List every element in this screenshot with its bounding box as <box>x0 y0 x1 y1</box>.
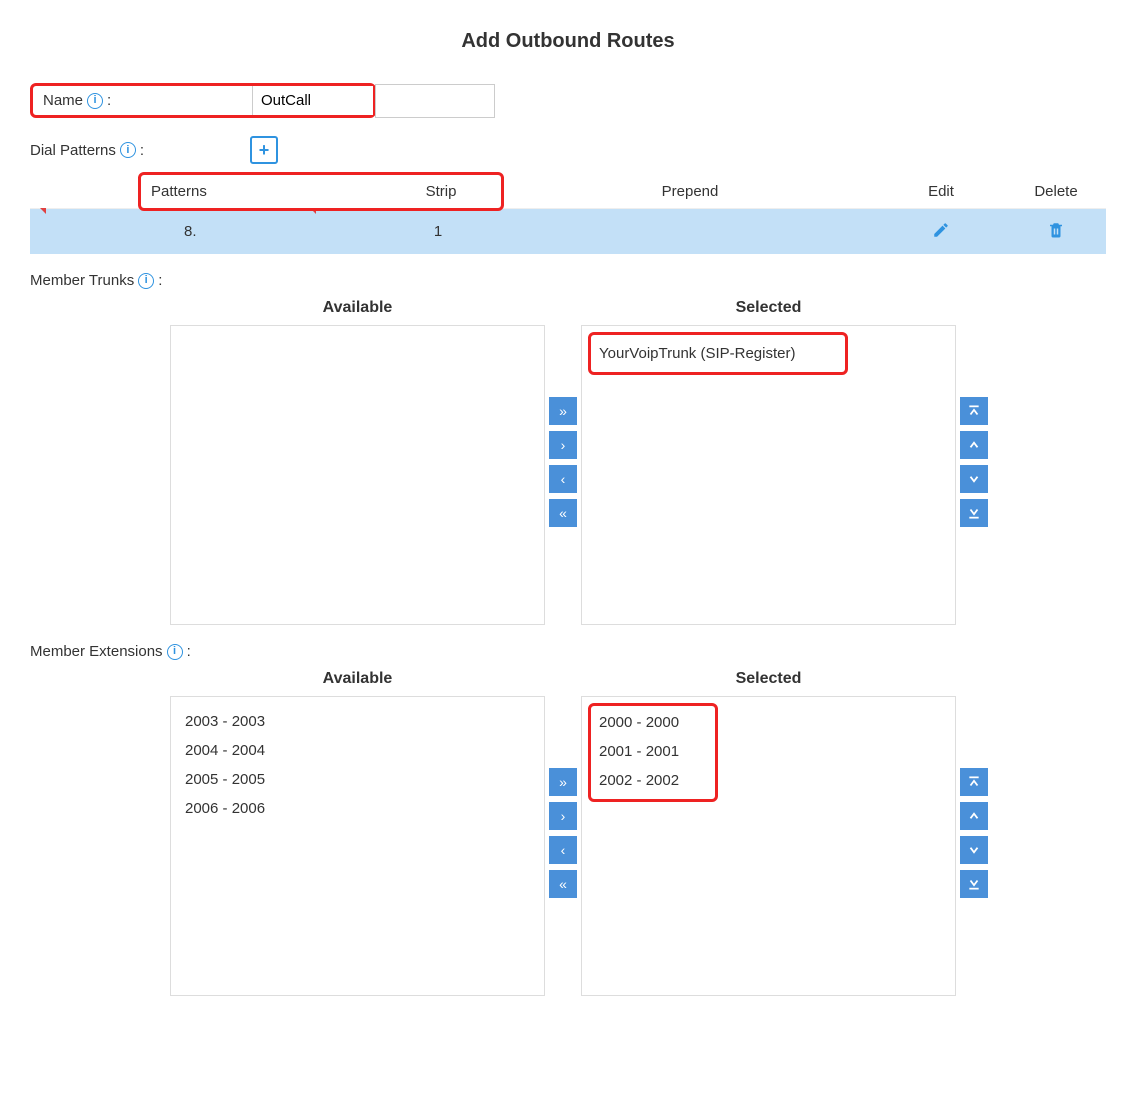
dial-patterns-label: Dial Patterns <box>30 142 116 159</box>
chevron-down-icon <box>967 472 981 486</box>
bar-chevron-down-icon <box>967 877 981 891</box>
col-header-patterns: Patterns <box>141 183 381 200</box>
chevron-up-icon <box>967 809 981 823</box>
dial-patterns-label-wrap: Dial Patterns i : <box>30 142 250 159</box>
move-up-button[interactable] <box>960 802 988 830</box>
col-header-edit: Edit <box>876 183 1006 200</box>
plus-icon: + <box>259 141 270 159</box>
name-input[interactable] <box>253 86 373 115</box>
dirty-marker-icon <box>40 208 46 214</box>
list-item[interactable]: 2006 - 2006 <box>183 794 532 823</box>
trunks-selected-title: Selected <box>736 299 802 317</box>
move-right-button[interactable]: › <box>549 802 577 830</box>
chevron-left-icon: ‹ <box>561 471 566 487</box>
pattern-row[interactable]: 8. 1 <box>30 208 1106 254</box>
list-item[interactable]: 2003 - 2003 <box>183 707 532 736</box>
name-label: Name <box>43 92 83 109</box>
chevron-right-icon: › <box>561 808 566 824</box>
colon: : <box>187 643 191 660</box>
chevron-up-icon <box>967 438 981 452</box>
name-input-extra[interactable] <box>375 84 495 118</box>
trunks-available-listbox[interactable] <box>170 325 545 625</box>
move-all-left-button[interactable]: « <box>549 499 577 527</box>
colon: : <box>140 142 144 159</box>
cell-strip: 1 <box>378 223 498 240</box>
ext-selected-title: Selected <box>736 670 802 688</box>
name-field-highlight: Name i : <box>30 83 376 118</box>
chevron-right-icon: › <box>561 437 566 453</box>
ext-available-title: Available <box>323 670 393 688</box>
bar-chevron-down-icon <box>967 506 981 520</box>
move-down-button[interactable] <box>960 836 988 864</box>
pencil-icon <box>932 221 950 239</box>
member-extensions-label-wrap: Member Extensions i : <box>30 643 1106 660</box>
ext-selected-listbox[interactable]: 2000 - 20002001 - 20012002 - 2002 <box>581 696 956 996</box>
trunks-available-title: Available <box>323 299 393 317</box>
move-all-right-button[interactable]: » <box>549 768 577 796</box>
list-item[interactable]: 2004 - 2004 <box>183 736 532 765</box>
delete-button[interactable] <box>1047 221 1065 239</box>
move-top-button[interactable] <box>960 768 988 796</box>
list-item[interactable]: 2000 - 2000 <box>597 708 709 737</box>
double-chevron-right-icon: » <box>559 774 567 790</box>
move-all-left-button[interactable]: « <box>549 870 577 898</box>
col-header-delete: Delete <box>1006 183 1106 200</box>
list-item[interactable]: 2005 - 2005 <box>183 765 532 794</box>
trunks-dual-list: Available » › ‹ « Selected YourVoipTrunk… <box>30 299 1106 625</box>
col-header-strip: Strip <box>381 183 501 200</box>
ext-order-buttons <box>960 768 988 898</box>
list-item[interactable]: 2001 - 2001 <box>597 737 709 766</box>
name-label-wrap: Name i : <box>33 86 253 115</box>
edit-button[interactable] <box>932 221 950 239</box>
ext-move-buttons: » › ‹ « <box>549 768 577 898</box>
move-left-button[interactable]: ‹ <box>549 836 577 864</box>
info-icon[interactable]: i <box>87 93 103 109</box>
trunks-move-buttons: » › ‹ « <box>549 397 577 527</box>
move-right-button[interactable]: › <box>549 431 577 459</box>
patterns-header-row: Patterns Strip Prepend Edit Delete <box>30 172 1106 211</box>
bar-chevron-up-icon <box>967 775 981 789</box>
move-bottom-button[interactable] <box>960 499 988 527</box>
col-header-prepend: Prepend <box>504 183 876 200</box>
list-item[interactable]: 2002 - 2002 <box>597 766 709 795</box>
cell-pattern: 8. <box>138 223 378 240</box>
bar-chevron-up-icon <box>967 404 981 418</box>
move-up-button[interactable] <box>960 431 988 459</box>
colon: : <box>158 272 162 289</box>
move-down-button[interactable] <box>960 465 988 493</box>
add-pattern-button[interactable]: + <box>250 136 278 164</box>
double-chevron-left-icon: « <box>559 876 567 892</box>
move-top-button[interactable] <box>960 397 988 425</box>
colon: : <box>107 92 111 109</box>
extensions-dual-list: Available 2003 - 20032004 - 20042005 - 2… <box>30 670 1106 996</box>
move-left-button[interactable]: ‹ <box>549 465 577 493</box>
info-icon[interactable]: i <box>120 142 136 158</box>
trunks-order-buttons <box>960 397 988 527</box>
move-bottom-button[interactable] <box>960 870 988 898</box>
info-icon[interactable]: i <box>167 644 183 660</box>
patterns-table: Patterns Strip Prepend Edit Delete 8. 1 <box>30 172 1106 254</box>
member-trunks-label: Member Trunks <box>30 272 134 289</box>
list-item[interactable]: YourVoipTrunk (SIP-Register) <box>597 339 839 368</box>
member-trunks-label-wrap: Member Trunks i : <box>30 272 1106 289</box>
move-all-right-button[interactable]: » <box>549 397 577 425</box>
double-chevron-left-icon: « <box>559 505 567 521</box>
member-extensions-label: Member Extensions <box>30 643 163 660</box>
chevron-down-icon <box>967 843 981 857</box>
double-chevron-right-icon: » <box>559 403 567 419</box>
chevron-left-icon: ‹ <box>561 842 566 858</box>
trash-icon <box>1047 221 1065 239</box>
page-title: Add Outbound Routes <box>30 30 1106 53</box>
info-icon[interactable]: i <box>138 273 154 289</box>
ext-available-listbox[interactable]: 2003 - 20032004 - 20042005 - 20052006 - … <box>170 696 545 996</box>
trunks-selected-listbox[interactable]: YourVoipTrunk (SIP-Register) <box>581 325 956 625</box>
